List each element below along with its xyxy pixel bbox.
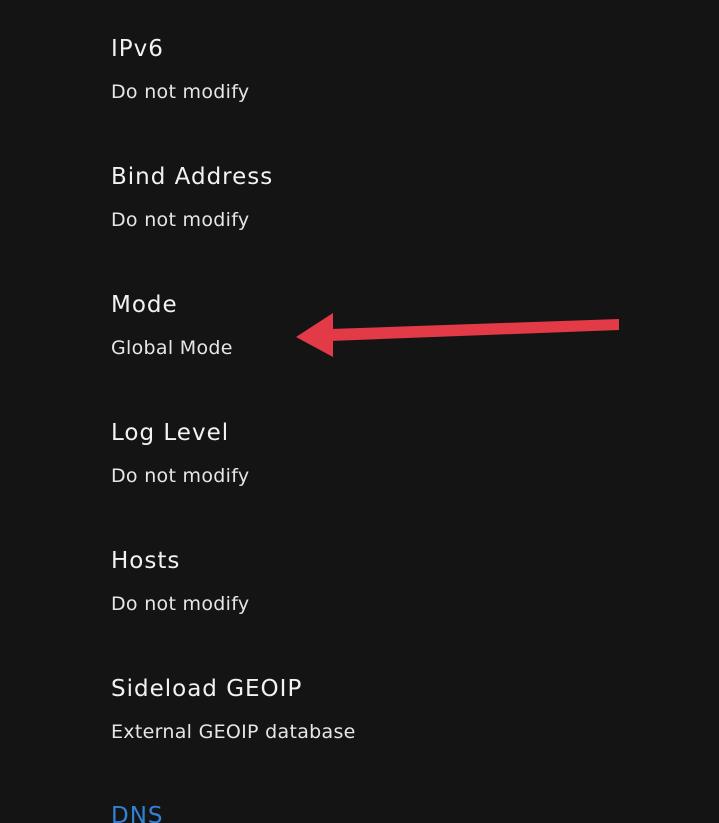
setting-summary: Do not modify: [111, 207, 249, 233]
setting-item-mode[interactable]: Mode Global Mode: [0, 256, 719, 384]
setting-summary: Do not modify: [111, 79, 249, 105]
setting-item-bind-address[interactable]: Bind Address Do not modify: [0, 128, 719, 256]
setting-item-hosts[interactable]: Hosts Do not modify: [0, 512, 719, 640]
setting-summary: Do not modify: [111, 591, 249, 617]
setting-title: Sideload GEOIP: [111, 674, 302, 704]
setting-title: Mode: [111, 290, 178, 320]
setting-summary: Do not modify: [111, 463, 249, 489]
section-header-dns: DNS: [111, 801, 164, 823]
setting-item-ipv6[interactable]: IPv6 Do not modify: [0, 0, 719, 128]
setting-item-log-level[interactable]: Log Level Do not modify: [0, 384, 719, 512]
setting-item-sideload-geoip[interactable]: Sideload GEOIP External GEOIP database: [0, 640, 719, 768]
setting-title: Hosts: [111, 546, 180, 576]
setting-title: IPv6: [111, 34, 164, 64]
setting-summary: External GEOIP database: [111, 719, 356, 745]
settings-list: IPv6 Do not modify Bind Address Do not m…: [0, 0, 719, 823]
setting-title: Bind Address: [111, 162, 273, 192]
setting-title: Log Level: [111, 418, 229, 448]
setting-summary: Global Mode: [111, 335, 233, 361]
